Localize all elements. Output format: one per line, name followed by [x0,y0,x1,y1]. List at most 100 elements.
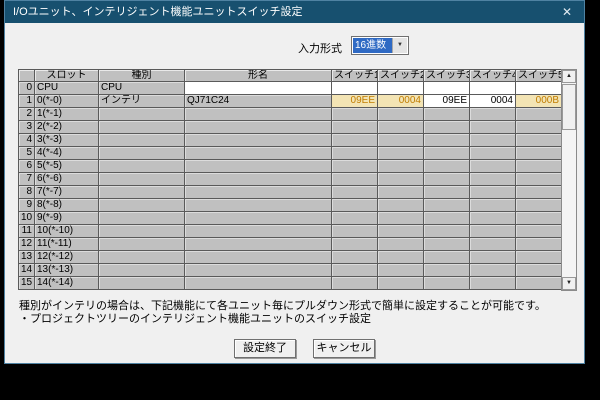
switch-cell [470,108,516,121]
switch-cell[interactable]: 000B [516,95,562,108]
switch-cell [378,121,424,134]
table-row: 1312(*-12) [19,251,562,264]
type-cell: CPU [99,82,185,95]
row-number-cell: 6 [19,160,35,173]
model-cell [185,147,332,160]
slot-cell: 11(*-11) [35,238,99,251]
vertical-scrollbar[interactable]: ▲ ▼ [561,69,577,291]
row-number-cell: 8 [19,186,35,199]
type-cell [99,212,185,225]
switch-cell[interactable] [470,82,516,95]
model-cell [185,134,332,147]
slot-cell: 14(*-14) [35,277,99,290]
switch-cell [424,277,470,290]
switch-cell [424,121,470,134]
model-cell [185,121,332,134]
switch-cell [332,134,378,147]
switch-cell [378,264,424,277]
switch-cell [424,147,470,160]
unit-switch-table: スロット種別形名スイッチ1スイッチ2スイッチ3スイッチ4スイッチ5 0CPUCP… [18,69,577,291]
dialog-titlebar[interactable]: I/Oユニット、インテリジェント機能ユニットスイッチ設定 ✕ [5,1,584,23]
switch-cell [378,186,424,199]
slot-cell: 10(*-10) [35,225,99,238]
table-row: 43(*-3) [19,134,562,147]
switch-cell [424,238,470,251]
model-cell [185,277,332,290]
switch-cell [378,147,424,160]
switch-cell [332,264,378,277]
confirm-button[interactable]: 設定終了 [234,339,296,358]
switch-cell [424,264,470,277]
type-cell [99,277,185,290]
row-number-cell: 10 [19,212,35,225]
input-format-label: 入力形式 [298,40,342,56]
type-cell [99,199,185,212]
switch-cell [516,199,562,212]
close-icon[interactable]: ✕ [558,1,576,23]
switch-cell [378,199,424,212]
switch-cell [378,277,424,290]
column-header [19,70,35,82]
switch-cell [332,186,378,199]
switch-cell[interactable]: 09EE [332,95,378,108]
switch-cell[interactable]: 0004 [378,95,424,108]
switch-cell[interactable] [516,82,562,95]
switch-cell [516,147,562,160]
input-format-dropdown[interactable]: 16進数 ▼ [351,36,409,55]
model-cell [185,251,332,264]
table-row: 65(*-5) [19,160,562,173]
switch-cell [424,134,470,147]
type-cell [99,264,185,277]
switch-cell [378,212,424,225]
model-cell [185,108,332,121]
model-cell: QJ71C24 [185,95,332,108]
switch-cell[interactable]: 0004 [470,95,516,108]
row-number-cell: 12 [19,238,35,251]
switch-cell [470,173,516,186]
switch-cell[interactable] [332,82,378,95]
switch-cell [516,277,562,290]
switch-cell [424,199,470,212]
column-header: スイッチ1 [332,70,378,82]
switch-cell [516,212,562,225]
scrollbar-up-icon[interactable]: ▲ [562,70,576,83]
switch-cell [378,160,424,173]
table-row: 1211(*-11) [19,238,562,251]
switch-cell [470,186,516,199]
switch-cell [470,251,516,264]
column-header: スイッチ2 [378,70,424,82]
switch-cell [332,225,378,238]
model-cell [185,186,332,199]
model-cell [185,264,332,277]
switch-cell [470,134,516,147]
model-cell [185,199,332,212]
switch-cell [332,108,378,121]
model-cell[interactable] [185,82,332,95]
row-number-cell: 13 [19,251,35,264]
slot-cell: 4(*-4) [35,147,99,160]
table-row: 1110(*-10) [19,225,562,238]
switch-cell [470,160,516,173]
switch-cell [332,173,378,186]
switch-cell[interactable]: 09EE [424,95,470,108]
scrollbar-thumb[interactable] [562,84,576,130]
switch-cell [470,212,516,225]
model-cell [185,160,332,173]
switch-cell [332,277,378,290]
switch-setting-dialog: I/Oユニット、インテリジェント機能ユニットスイッチ設定 ✕ 入力形式 16進数… [4,0,585,364]
switch-cell [516,264,562,277]
table-row: 1413(*-13) [19,264,562,277]
slot-cell: 2(*-2) [35,121,99,134]
scrollbar-down-icon[interactable]: ▼ [562,277,576,290]
switch-cell[interactable] [424,82,470,95]
cancel-button[interactable]: キャンセル [313,339,375,358]
switch-cell[interactable] [378,82,424,95]
type-cell [99,134,185,147]
switch-cell [378,108,424,121]
switch-cell [516,238,562,251]
table-row: 87(*-7) [19,186,562,199]
type-cell [99,108,185,121]
switch-cell [516,251,562,264]
input-format-selected-value: 16進数 [353,38,392,53]
chevron-down-icon[interactable]: ▼ [392,38,407,53]
